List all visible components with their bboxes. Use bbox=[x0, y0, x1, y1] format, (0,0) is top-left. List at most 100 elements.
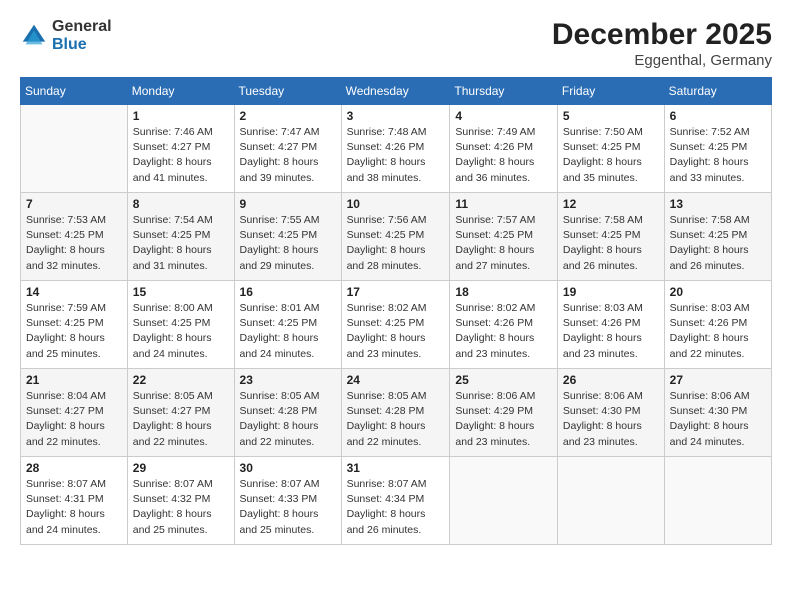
day-number: 20 bbox=[670, 285, 766, 299]
day-number: 4 bbox=[455, 109, 552, 123]
day-info: Sunrise: 7:57 AMSunset: 4:25 PMDaylight:… bbox=[455, 213, 552, 274]
day-info: Sunrise: 7:59 AMSunset: 4:25 PMDaylight:… bbox=[26, 301, 122, 362]
day-number: 30 bbox=[240, 461, 336, 475]
day-info: Sunrise: 7:52 AMSunset: 4:25 PMDaylight:… bbox=[670, 125, 766, 186]
day-number: 5 bbox=[563, 109, 659, 123]
day-info: Sunrise: 7:54 AMSunset: 4:25 PMDaylight:… bbox=[133, 213, 229, 274]
day-number: 14 bbox=[26, 285, 122, 299]
week-row-1: 7 Sunrise: 7:53 AMSunset: 4:25 PMDaylight… bbox=[21, 193, 772, 281]
page: General Blue December 2025 Eggenthal, Ge… bbox=[0, 0, 792, 612]
day-info: Sunrise: 8:02 AMSunset: 4:26 PMDaylight:… bbox=[455, 301, 552, 362]
day-info: Sunrise: 7:46 AMSunset: 4:27 PMDaylight:… bbox=[133, 125, 229, 186]
day-info: Sunrise: 8:03 AMSunset: 4:26 PMDaylight:… bbox=[563, 301, 659, 362]
calendar-cell: 28 Sunrise: 8:07 AMSunset: 4:31 PMDayligh… bbox=[21, 457, 128, 545]
calendar-cell bbox=[21, 105, 128, 193]
calendar-cell: 15Sunrise: 8:00 AMSunset: 4:25 PMDayligh… bbox=[127, 281, 234, 369]
week-row-2: 14 Sunrise: 7:59 AMSunset: 4:25 PMDayligh… bbox=[21, 281, 772, 369]
calendar-header: SundayMondayTuesdayWednesdayThursdayFrid… bbox=[21, 78, 772, 105]
calendar-cell: 30 Sunrise: 8:07 AMSunset: 4:33 PMDayligh… bbox=[234, 457, 341, 545]
logo-line2: Blue bbox=[52, 36, 112, 54]
day-number: 24 bbox=[347, 373, 445, 387]
calendar-cell: 25 Sunrise: 8:06 AMSunset: 4:29 PMDayligh… bbox=[450, 369, 558, 457]
day-info: Sunrise: 8:07 AMSunset: 4:34 PMDaylight:… bbox=[347, 477, 445, 538]
day-info: Sunrise: 7:56 AMSunset: 4:25 PMDaylight:… bbox=[347, 213, 445, 274]
calendar-cell: 16 Sunrise: 8:01 AMSunset: 4:25 PMDayligh… bbox=[234, 281, 341, 369]
calendar-cell: 2 Sunrise: 7:47 AMSunset: 4:27 PMDaylight… bbox=[234, 105, 341, 193]
day-info: Sunrise: 7:48 AMSunset: 4:26 PMDaylight:… bbox=[347, 125, 445, 186]
day-info: Sunrise: 7:55 AMSunset: 4:25 PMDaylight:… bbox=[240, 213, 336, 274]
logo-text: General Blue bbox=[52, 18, 112, 53]
calendar-cell: 19 Sunrise: 8:03 AMSunset: 4:26 PMDayligh… bbox=[557, 281, 664, 369]
day-number: 3 bbox=[347, 109, 445, 123]
day-number: 28 bbox=[26, 461, 122, 475]
calendar-cell: 22 Sunrise: 8:05 AMSunset: 4:27 PMDayligh… bbox=[127, 369, 234, 457]
calendar-cell bbox=[664, 457, 771, 545]
calendar-cell: 12Sunrise: 7:58 AMSunset: 4:25 PMDayligh… bbox=[557, 193, 664, 281]
calendar-cell: 5 Sunrise: 7:50 AMSunset: 4:25 PMDaylight… bbox=[557, 105, 664, 193]
day-number: 29 bbox=[133, 461, 229, 475]
day-number: 11 bbox=[455, 197, 552, 211]
day-number: 2 bbox=[240, 109, 336, 123]
day-info: Sunrise: 8:03 AMSunset: 4:26 PMDaylight:… bbox=[670, 301, 766, 362]
calendar-body: 1 Sunrise: 7:46 AMSunset: 4:27 PMDaylight… bbox=[21, 105, 772, 545]
calendar-cell: 6 Sunrise: 7:52 AMSunset: 4:25 PMDaylight… bbox=[664, 105, 771, 193]
calendar-cell: 18 Sunrise: 8:02 AMSunset: 4:26 PMDayligh… bbox=[450, 281, 558, 369]
calendar-cell: 7 Sunrise: 7:53 AMSunset: 4:25 PMDaylight… bbox=[21, 193, 128, 281]
day-number: 1 bbox=[133, 109, 229, 123]
calendar-cell: 3 Sunrise: 7:48 AMSunset: 4:26 PMDaylight… bbox=[341, 105, 450, 193]
page-subtitle: Eggenthal, Germany bbox=[552, 52, 772, 69]
day-info: Sunrise: 7:47 AMSunset: 4:27 PMDaylight:… bbox=[240, 125, 336, 186]
day-info: Sunrise: 8:07 AMSunset: 4:31 PMDaylight:… bbox=[26, 477, 122, 538]
day-number: 6 bbox=[670, 109, 766, 123]
calendar-cell bbox=[557, 457, 664, 545]
logo: General Blue bbox=[20, 18, 112, 53]
calendar-cell: 11 Sunrise: 7:57 AMSunset: 4:25 PMDayligh… bbox=[450, 193, 558, 281]
week-row-3: 21 Sunrise: 8:04 AMSunset: 4:27 PMDayligh… bbox=[21, 369, 772, 457]
day-number: 13 bbox=[670, 197, 766, 211]
calendar-cell: 26Sunrise: 8:06 AMSunset: 4:30 PMDayligh… bbox=[557, 369, 664, 457]
day-number: 26 bbox=[563, 373, 659, 387]
day-info: Sunrise: 8:01 AMSunset: 4:25 PMDaylight:… bbox=[240, 301, 336, 362]
day-number: 27 bbox=[670, 373, 766, 387]
page-title: December 2025 bbox=[552, 18, 772, 52]
day-info: Sunrise: 7:58 AMSunset: 4:25 PMDaylight:… bbox=[670, 213, 766, 274]
calendar-cell: 14 Sunrise: 7:59 AMSunset: 4:25 PMDayligh… bbox=[21, 281, 128, 369]
day-number: 25 bbox=[455, 373, 552, 387]
calendar-cell: 20 Sunrise: 8:03 AMSunset: 4:26 PMDayligh… bbox=[664, 281, 771, 369]
calendar-cell: 13 Sunrise: 7:58 AMSunset: 4:25 PMDayligh… bbox=[664, 193, 771, 281]
calendar-cell: 21 Sunrise: 8:04 AMSunset: 4:27 PMDayligh… bbox=[21, 369, 128, 457]
header-day-tuesday: Tuesday bbox=[234, 78, 341, 105]
header-day-saturday: Saturday bbox=[664, 78, 771, 105]
calendar-cell: 31Sunrise: 8:07 AMSunset: 4:34 PMDayligh… bbox=[341, 457, 450, 545]
day-number: 17 bbox=[347, 285, 445, 299]
week-row-4: 28 Sunrise: 8:07 AMSunset: 4:31 PMDayligh… bbox=[21, 457, 772, 545]
calendar-cell: 24Sunrise: 8:05 AMSunset: 4:28 PMDayligh… bbox=[341, 369, 450, 457]
header-day-wednesday: Wednesday bbox=[341, 78, 450, 105]
day-number: 9 bbox=[240, 197, 336, 211]
day-info: Sunrise: 7:50 AMSunset: 4:25 PMDaylight:… bbox=[563, 125, 659, 186]
calendar-cell: 1 Sunrise: 7:46 AMSunset: 4:27 PMDaylight… bbox=[127, 105, 234, 193]
day-info: Sunrise: 8:07 AMSunset: 4:32 PMDaylight:… bbox=[133, 477, 229, 538]
day-number: 19 bbox=[563, 285, 659, 299]
title-block: December 2025 Eggenthal, Germany bbox=[552, 18, 772, 69]
header: General Blue December 2025 Eggenthal, Ge… bbox=[20, 18, 772, 69]
day-number: 21 bbox=[26, 373, 122, 387]
calendar-cell: 23Sunrise: 8:05 AMSunset: 4:28 PMDayligh… bbox=[234, 369, 341, 457]
calendar-cell: 10 Sunrise: 7:56 AMSunset: 4:25 PMDayligh… bbox=[341, 193, 450, 281]
header-day-thursday: Thursday bbox=[450, 78, 558, 105]
day-number: 10 bbox=[347, 197, 445, 211]
day-number: 16 bbox=[240, 285, 336, 299]
day-number: 12 bbox=[563, 197, 659, 211]
day-info: Sunrise: 8:00 AMSunset: 4:25 PMDaylight:… bbox=[133, 301, 229, 362]
day-number: 22 bbox=[133, 373, 229, 387]
day-info: Sunrise: 8:06 AMSunset: 4:29 PMDaylight:… bbox=[455, 389, 552, 450]
day-info: Sunrise: 8:02 AMSunset: 4:25 PMDaylight:… bbox=[347, 301, 445, 362]
logo-line1: General bbox=[52, 18, 112, 36]
day-number: 18 bbox=[455, 285, 552, 299]
day-info: Sunrise: 8:04 AMSunset: 4:27 PMDaylight:… bbox=[26, 389, 122, 450]
day-number: 7 bbox=[26, 197, 122, 211]
day-info: Sunrise: 7:53 AMSunset: 4:25 PMDaylight:… bbox=[26, 213, 122, 274]
day-info: Sunrise: 8:05 AMSunset: 4:27 PMDaylight:… bbox=[133, 389, 229, 450]
day-info: Sunrise: 8:07 AMSunset: 4:33 PMDaylight:… bbox=[240, 477, 336, 538]
day-info: Sunrise: 8:06 AMSunset: 4:30 PMDaylight:… bbox=[670, 389, 766, 450]
